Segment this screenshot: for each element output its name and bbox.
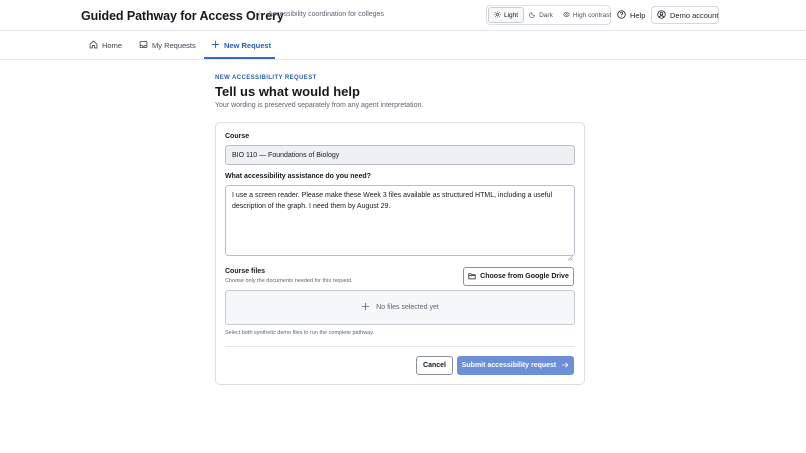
tab-new-request[interactable]: New Request <box>211 31 271 60</box>
theme-high-contrast-button[interactable]: High contrast <box>558 7 616 23</box>
user-circle-icon <box>657 9 666 21</box>
assistance-label: What accessibility assistance do you nee… <box>225 173 371 180</box>
course-label: Course <box>225 133 250 140</box>
page-title: Tell us what would help <box>215 84 360 99</box>
file-dropzone[interactable]: No files selected yet <box>225 290 575 325</box>
account-label: Demo account <box>670 10 719 20</box>
folder-icon <box>468 272 476 282</box>
theme-dark-button[interactable]: Dark <box>524 7 558 23</box>
theme-light-button[interactable]: Light <box>488 7 525 23</box>
header-divider <box>259 10 260 21</box>
sun-icon <box>494 10 501 20</box>
submit-request-label: Submit accessibility request <box>461 362 557 369</box>
course-files-label: Course files <box>225 268 266 275</box>
plus-icon <box>361 302 370 313</box>
form-divider <box>225 346 575 347</box>
help-circle-icon <box>617 10 626 21</box>
tab-my-requests-label: My Requests <box>152 41 196 50</box>
theme-high-contrast-label: High contrast <box>572 11 612 19</box>
page-eyebrow: NEW ACCESSIBILITY REQUEST <box>215 75 317 81</box>
tab-home-label: Home <box>102 41 123 50</box>
course-files-hint: Choose only the documents needed for thi… <box>225 278 353 284</box>
active-tab-indicator <box>204 57 275 59</box>
tab-my-requests[interactable]: My Requests <box>139 31 196 60</box>
cancel-button[interactable]: Cancel <box>416 356 453 375</box>
app-tagline: Accessibility coordination for colleges <box>268 11 384 18</box>
help-link[interactable]: Help <box>617 10 645 21</box>
dropzone-empty-text: No files selected yet <box>376 304 439 311</box>
theme-switcher: Light Dark High contrast <box>486 5 611 25</box>
submit-request-button[interactable]: Submit accessibility request <box>457 356 574 375</box>
tab-home[interactable]: Home <box>89 31 122 60</box>
home-icon <box>89 40 98 51</box>
theme-dark-label: Dark <box>539 11 553 19</box>
demo-files-hint: Select both synthetic demo files to run … <box>225 330 375 336</box>
resize-grip-icon[interactable] <box>567 248 573 261</box>
account-button[interactable]: Demo account <box>651 6 719 24</box>
eye-icon <box>563 11 570 20</box>
plus-icon <box>211 40 220 51</box>
choose-from-drive-button[interactable]: Choose from Google Drive <box>463 267 574 286</box>
app-title[interactable]: Guided Pathway for Access Orrery <box>81 9 284 23</box>
course-field[interactable]: BIO 110 — Foundations of Biology <box>225 145 575 165</box>
assistance-textarea[interactable]: I use a screen reader. Please make these… <box>225 185 575 256</box>
main-nav: Home My Requests New Request <box>0 31 806 60</box>
page-subtitle: Your wording is preserved separately fro… <box>215 102 424 109</box>
arrow-right-icon <box>561 361 569 371</box>
inbox-icon <box>139 40 148 51</box>
tab-new-request-label: New Request <box>224 41 272 50</box>
choose-from-drive-label: Choose from Google Drive <box>480 273 569 280</box>
app-header: Guided Pathway for Access Orrery Accessi… <box>0 0 806 31</box>
theme-light-label: Light <box>504 11 519 19</box>
help-label: Help <box>630 11 646 20</box>
moon-icon <box>529 11 536 20</box>
